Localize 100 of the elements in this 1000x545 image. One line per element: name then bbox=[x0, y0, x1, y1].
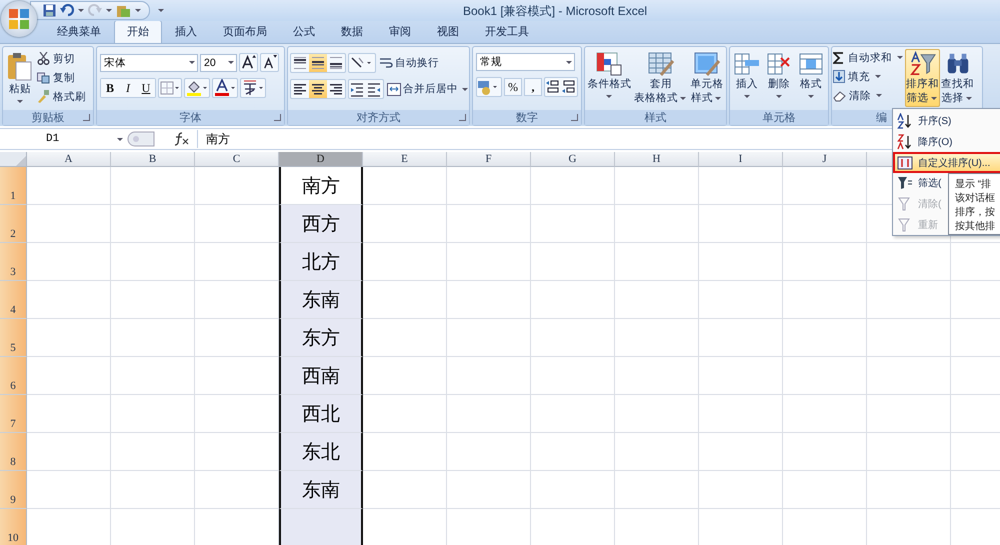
copy-button[interactable]: 复制 bbox=[37, 69, 86, 86]
vertical-align-button[interactable] bbox=[327, 54, 345, 72]
sort-filter-button[interactable]: 排序和 筛选 bbox=[905, 49, 940, 107]
indent-icon[interactable] bbox=[348, 79, 384, 99]
fill-color-icon[interactable] bbox=[184, 78, 210, 98]
grow-font-icon[interactable] bbox=[239, 53, 258, 72]
table-cell: 西北 bbox=[279, 395, 363, 433]
text-orientation-icon[interactable] bbox=[348, 53, 376, 73]
phonetic-icon[interactable] bbox=[240, 78, 266, 98]
save-icon[interactable] bbox=[43, 4, 56, 17]
group-label: 编 bbox=[876, 111, 887, 125]
window-title: Book1 [兼容模式] - Microsoft Excel bbox=[463, 3, 648, 20]
ribbon-tab[interactable]: 数据 bbox=[328, 20, 376, 43]
wrap-text-button[interactable]: 自动换行 bbox=[379, 54, 439, 72]
conditional-format-button[interactable]: 条件格式 bbox=[586, 49, 632, 104]
paste-button[interactable]: 粘贴 bbox=[6, 50, 34, 109]
caret-icon bbox=[228, 61, 234, 64]
caret-icon bbox=[566, 60, 572, 64]
table-cell: 东方 bbox=[279, 319, 363, 357]
tooltip-text: 显示 “排 bbox=[955, 178, 992, 191]
row-header[interactable]: 3 bbox=[0, 243, 27, 281]
undo-icon[interactable] bbox=[60, 4, 74, 17]
find-select-button[interactable]: 查找和 选择 bbox=[940, 49, 975, 107]
dialog-launcher-icon[interactable] bbox=[83, 114, 90, 121]
column-header[interactable]: B bbox=[111, 152, 195, 167]
delete-button[interactable]: 删除 bbox=[764, 49, 794, 104]
caret-icon[interactable] bbox=[78, 9, 84, 12]
dialog-launcher-icon[interactable] bbox=[274, 114, 281, 121]
customize-caret-icon[interactable] bbox=[158, 9, 164, 12]
wrap-text-icon bbox=[379, 56, 393, 70]
shrink-font-icon[interactable] bbox=[260, 53, 279, 72]
vertical-align-button[interactable] bbox=[291, 54, 309, 72]
caret-icon bbox=[966, 96, 972, 100]
caret-icon[interactable] bbox=[135, 9, 141, 12]
menu-item[interactable]: 升序(S) bbox=[893, 111, 1000, 132]
number-format-dropdown[interactable]: 常规 bbox=[476, 53, 575, 71]
font-size-dropdown[interactable]: 20 bbox=[200, 54, 237, 72]
merge-cells-icon bbox=[387, 82, 401, 96]
currency-icon[interactable] bbox=[476, 77, 502, 97]
group-label: 对齐方式 bbox=[356, 110, 400, 125]
caret-icon bbox=[189, 61, 195, 64]
row-header[interactable]: 7 bbox=[0, 395, 27, 433]
tooltip-text: 排序，按 bbox=[955, 206, 996, 219]
column-header[interactable]: I bbox=[699, 152, 783, 167]
ribbon-tab[interactable]: 开发工具 bbox=[472, 20, 542, 43]
percent-button[interactable]: % bbox=[504, 78, 522, 96]
comma-button[interactable]: , bbox=[524, 78, 542, 96]
insert-button[interactable]: 插入 bbox=[732, 49, 762, 104]
horizontal-align-button[interactable] bbox=[309, 80, 327, 98]
row-header[interactable]: 2 bbox=[0, 205, 27, 243]
dialog-launcher-icon[interactable] bbox=[571, 114, 578, 121]
name-box[interactable]: D1 bbox=[0, 130, 125, 148]
table-format-button[interactable]: 套用 表格格式 bbox=[632, 49, 689, 107]
column-header[interactable]: E bbox=[363, 152, 447, 167]
column-header[interactable]: C bbox=[195, 152, 279, 167]
row-header[interactable]: 1 bbox=[0, 167, 27, 205]
merge-center-button[interactable]: 合并后居中 bbox=[387, 80, 470, 98]
column-header[interactable]: J bbox=[783, 152, 867, 167]
fill-button[interactable]: 填充 bbox=[833, 68, 905, 85]
dialog-launcher-icon[interactable] bbox=[459, 114, 466, 121]
function-icon[interactable] bbox=[173, 132, 189, 146]
row-header[interactable]: 4 bbox=[0, 281, 27, 319]
column-header[interactable]: A bbox=[27, 152, 111, 167]
ribbon-tab[interactable]: 视图 bbox=[424, 20, 472, 43]
cell-brush-icon bbox=[693, 51, 722, 77]
eraser-icon bbox=[833, 90, 846, 102]
ribbon-tab[interactable]: 公式 bbox=[280, 20, 328, 43]
column-header[interactable]: G bbox=[531, 152, 615, 167]
group-label: 剪贴板 bbox=[32, 110, 64, 125]
column-header[interactable]: H bbox=[615, 152, 699, 167]
format-cells-icon bbox=[797, 51, 825, 77]
ribbon-tab[interactable]: 开始 bbox=[114, 20, 162, 43]
ribbon-tab[interactable]: 插入 bbox=[162, 20, 210, 43]
row-header[interactable]: 6 bbox=[0, 357, 27, 395]
align-icon bbox=[329, 83, 343, 95]
row-header[interactable]: 10 bbox=[0, 509, 27, 545]
clear-button[interactable]: 清除 bbox=[833, 87, 905, 104]
vertical-align-button[interactable] bbox=[309, 54, 327, 72]
clipboard-icon[interactable] bbox=[116, 4, 131, 18]
cell-styles-button[interactable]: 单元格 样式 bbox=[690, 49, 725, 107]
sort-descending-icon bbox=[897, 134, 913, 150]
row-header[interactable]: 9 bbox=[0, 471, 27, 509]
caret-icon bbox=[808, 95, 814, 98]
font-color-icon[interactable] bbox=[212, 78, 238, 98]
menu-item[interactable]: 自定义排序(U)... bbox=[893, 152, 1000, 174]
ribbon-tab[interactable]: 经典菜单 bbox=[44, 20, 114, 43]
row-header[interactable]: 8 bbox=[0, 433, 27, 471]
font-name-dropdown[interactable]: 宋体 bbox=[100, 54, 198, 72]
column-header[interactable]: F bbox=[447, 152, 531, 167]
group-label: 样式 bbox=[644, 111, 666, 125]
ribbon-tab[interactable]: 页面布局 bbox=[210, 20, 280, 43]
row-header[interactable]: 5 bbox=[0, 319, 27, 357]
format-painter-button[interactable]: 格式刷 bbox=[37, 88, 86, 105]
cut-button[interactable]: 剪切 bbox=[37, 50, 86, 67]
resize-handle-icon[interactable] bbox=[127, 131, 155, 147]
decimal-places-icon[interactable] bbox=[544, 77, 578, 97]
caret-icon[interactable] bbox=[106, 9, 112, 12]
ribbon-tab[interactable]: 审阅 bbox=[376, 20, 424, 43]
column-header[interactable]: D bbox=[279, 152, 363, 167]
format-button[interactable]: 格式 bbox=[796, 49, 826, 104]
